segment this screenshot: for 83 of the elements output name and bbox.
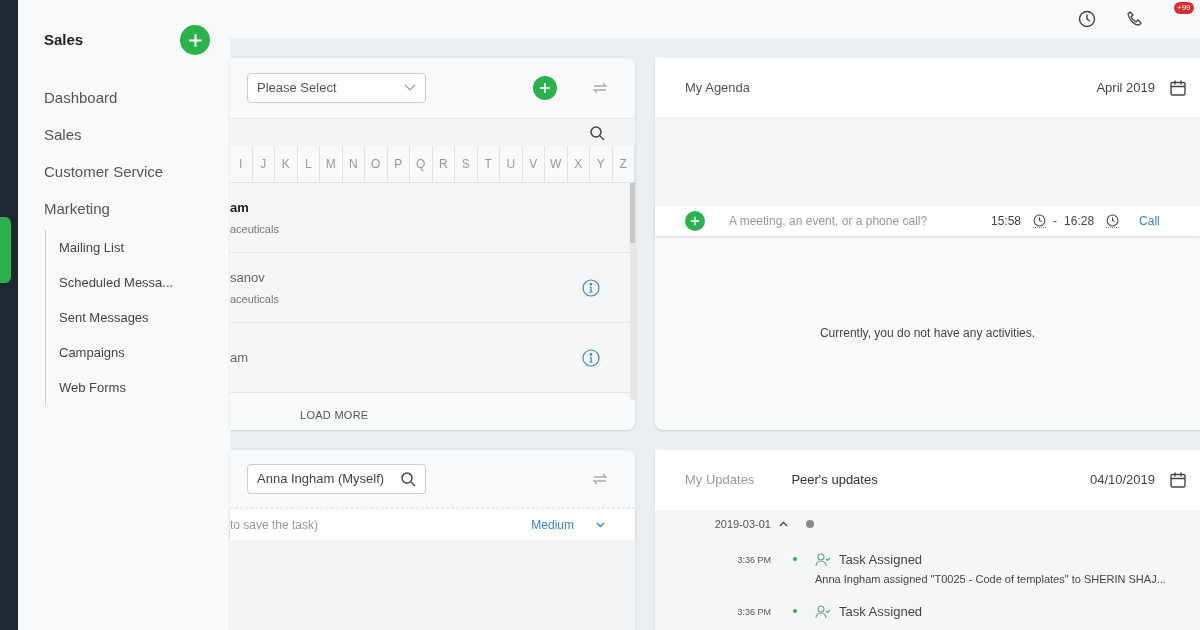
letter-filter[interactable]: J — [252, 146, 275, 182]
letter-filter[interactable]: V — [522, 146, 545, 182]
sidebar-item[interactable]: Dashboard — [44, 80, 210, 117]
contact-name: am — [230, 199, 250, 217]
letter-filter[interactable]: O — [365, 146, 388, 182]
letter-filter[interactable]: U — [500, 146, 523, 182]
add-button[interactable] — [180, 25, 210, 55]
entry-detail: Anna Ingham assigned "T0025 - Code of templates" to SHERIN SHAJ... — [815, 571, 1166, 587]
clock-icon[interactable] — [1033, 214, 1047, 227]
submenu-item[interactable]: Scheduled Messa... — [59, 265, 210, 300]
select-dropdown[interactable]: Please Select — [247, 73, 426, 103]
letter-filter[interactable]: Y — [590, 146, 613, 182]
activity-type-link[interactable]: Call — [1139, 212, 1160, 230]
submenu-item[interactable]: Campaigns — [59, 335, 210, 370]
letter-filter[interactable]: I — [230, 146, 253, 182]
entry-time: 3:36 PM — [736, 606, 771, 619]
notification-badge: +99 — [1174, 2, 1194, 14]
empty-message: Currently, you do not have any activities. — [819, 325, 1036, 342]
contact-company: aceuticals — [230, 221, 280, 237]
date-label: 04/10/2019 — [1089, 471, 1155, 490]
entry-title: Task Assigned — [839, 551, 923, 569]
add-activity-button[interactable] — [685, 211, 705, 231]
letter-filter[interactable]: K — [275, 146, 298, 182]
letter-filter[interactable]: N — [342, 146, 365, 182]
letter-filter[interactable]: L — [297, 146, 320, 182]
sidebar-item[interactable]: Customer Service — [44, 154, 210, 191]
letter-filter[interactable]: S — [455, 146, 478, 182]
calendar-icon[interactable] — [1169, 79, 1187, 97]
card-title: My Agenda — [685, 79, 751, 98]
entry-time: 3:36 PM — [736, 554, 771, 567]
clock-icon[interactable] — [1078, 10, 1096, 28]
user-check-icon — [815, 604, 831, 619]
chevron-down-icon — [404, 84, 416, 92]
plus-icon — [539, 82, 551, 94]
plus-icon — [690, 216, 700, 226]
clock-icon[interactable] — [1106, 214, 1120, 227]
time-separator: - — [1053, 213, 1058, 230]
contact-row[interactable]: am — [230, 323, 630, 393]
sidebar-item[interactable]: Sales — [44, 117, 210, 154]
contact-row[interactable]: am aceuticals — [230, 183, 630, 253]
updates-tab[interactable]: My Updates — [685, 470, 755, 490]
contact-row[interactable]: sanov aceuticals — [230, 253, 630, 323]
info-icon[interactable] — [582, 278, 600, 297]
letter-filter[interactable]: W — [545, 146, 568, 182]
user-check-icon — [815, 552, 831, 567]
sidebar-title: Sales — [44, 29, 84, 50]
group-date: 2019-03-01 — [714, 516, 771, 532]
letter-filter[interactable]: X — [567, 146, 590, 182]
start-time[interactable]: 15:58 — [991, 212, 1022, 230]
load-more-button[interactable]: LOAD MORE — [300, 406, 369, 424]
phone-icon[interactable] — [1126, 10, 1144, 28]
letter-filter[interactable]: M — [320, 146, 343, 182]
submenu-item[interactable]: Mailing List — [59, 230, 210, 265]
chevron-up-icon[interactable] — [779, 521, 788, 527]
end-time[interactable]: 16:28 — [1064, 212, 1095, 230]
scrollbar[interactable] — [630, 183, 635, 400]
activity-input[interactable]: A meeting, an event, or a phone call? — [729, 212, 979, 230]
letter-filter[interactable]: Q — [410, 146, 433, 182]
new-activity-bar[interactable]: A meeting, an event, or a phone call? 15:58 - 16:28 Call — [655, 206, 1200, 236]
plus-icon — [187, 32, 203, 48]
priority-dropdown[interactable]: Medium — [531, 515, 605, 534]
info-icon[interactable] — [582, 348, 600, 367]
entry-title: Task Assigned — [839, 603, 923, 621]
chevron-down-icon — [596, 521, 605, 528]
contact-name: am — [230, 348, 250, 367]
submenu-item[interactable]: Web Forms — [59, 370, 210, 405]
calendar-icon[interactable] — [1169, 471, 1187, 489]
assignee-field[interactable]: Anna Ingham (Myself) — [247, 464, 426, 494]
search-icon[interactable] — [400, 471, 416, 487]
search-icon[interactable] — [589, 124, 605, 141]
letter-filter[interactable]: Z — [612, 146, 635, 182]
letter-filter[interactable]: P — [387, 146, 410, 182]
sidebar-item[interactable]: Marketing — [44, 191, 210, 228]
add-contact-button[interactable] — [533, 76, 557, 100]
contact-name: sanov — [230, 269, 266, 287]
rail-tab[interactable] — [0, 217, 11, 283]
task-hint: to save the task) — [230, 516, 319, 534]
submenu-item[interactable]: Sent Messages — [59, 300, 210, 335]
contact-company: aceuticals — [230, 291, 280, 307]
letter-filter[interactable]: R — [432, 146, 455, 182]
month-label: April 2019 — [1096, 79, 1155, 98]
updates-tab[interactable]: Peer's updates — [791, 470, 878, 490]
letter-filter[interactable]: T — [477, 146, 500, 182]
